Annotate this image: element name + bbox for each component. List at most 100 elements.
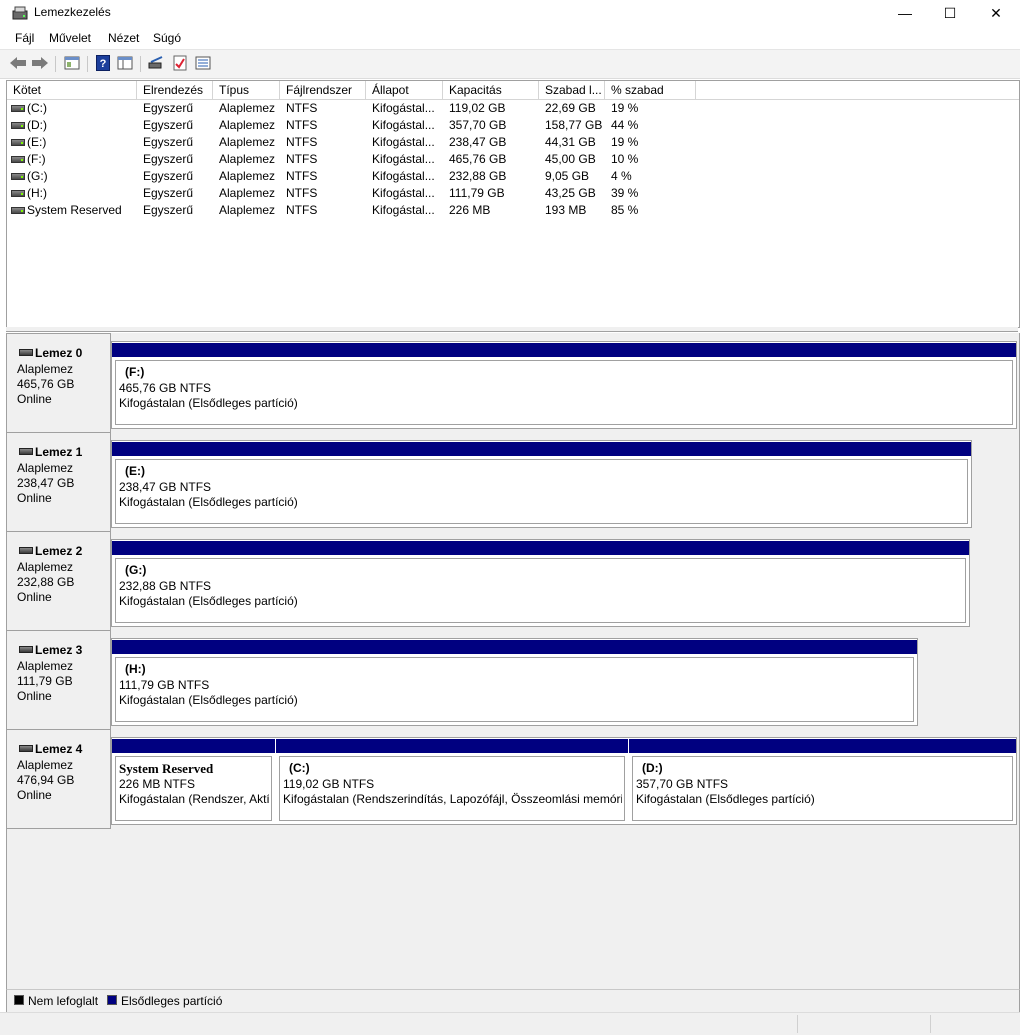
col-layout[interactable]: Elrendezés	[137, 81, 213, 99]
partition-block[interactable]: (F:) 465,76 GB NTFS Kifogástalan (Elsődleg…	[112, 342, 1016, 428]
partition-block[interactable]: (C:) 119,02 GB NTFS Kifogástalan (Rendszer…	[276, 738, 628, 824]
volume-icon	[11, 173, 25, 180]
table-cell: NTFS	[286, 152, 318, 166]
legend-swatch-primary	[107, 995, 117, 1005]
table-cell: (E:)	[27, 135, 47, 149]
legend-swatch-unallocated	[14, 995, 24, 1005]
table-cell: Egyszerű	[143, 135, 194, 149]
volume-icon	[11, 105, 25, 112]
disk-icon	[19, 349, 33, 356]
partition-color-bar	[112, 541, 969, 555]
disk-icon	[19, 646, 33, 653]
table-cell: Egyszerű	[143, 118, 194, 132]
help-icon[interactable]: ?	[94, 55, 112, 71]
col-percent-free[interactable]: % szabad	[605, 81, 696, 99]
menu-action[interactable]: Művelet	[49, 31, 91, 45]
table-cell: 119,02 GB	[449, 101, 506, 115]
menu-help[interactable]: Súgó	[153, 31, 181, 45]
list-view-icon[interactable]	[194, 55, 212, 71]
disk-graphical-view: Lemez 0 Alaplemez 465,76 GB Online (F:) 465,7…	[6, 333, 1020, 990]
partition-block[interactable]: (E:) 238,47 GB NTFS Kifogástalan (Elsődleg…	[112, 441, 971, 527]
table-cell: System Reserved	[27, 203, 122, 217]
col-filesystem[interactable]: Fájlrendszer	[280, 81, 366, 99]
volume-icon	[11, 139, 25, 146]
col-type[interactable]: Típus	[213, 81, 280, 99]
disk-status: Online	[17, 788, 52, 802]
table-row[interactable]: (E:) Egyszerű Alaplemez NTFS Kifogástal... 23…	[7, 134, 1019, 151]
properties-icon[interactable]	[63, 55, 81, 71]
volume-icon	[11, 156, 25, 163]
table-cell: 22,69 GB	[545, 101, 596, 115]
partition-color-bar	[112, 739, 275, 753]
disk-icon	[19, 745, 33, 752]
menu-file[interactable]: Fájl	[15, 31, 34, 45]
partition-block[interactable]: (D:) 357,70 GB NTFS Kifogástalan (Elsődleg…	[629, 738, 1016, 824]
menu-view[interactable]: Nézet	[108, 31, 139, 45]
disk-type: Alaplemez	[17, 560, 74, 574]
console-tree-icon[interactable]	[116, 55, 134, 71]
disk-type: Alaplemez	[17, 362, 74, 376]
partition-name: System Reserved	[119, 761, 214, 776]
partition-body: System Reserved 226 MB NTFS Kifogástalan (…	[115, 756, 272, 821]
partition-size: 119,02 GB NTFS	[283, 777, 375, 791]
disk-label-2[interactable]: Lemez 2 Alaplemez 232,88 GB Online	[7, 531, 111, 631]
table-cell: NTFS	[286, 186, 318, 200]
table-row[interactable]: (D:) Egyszerű Alaplemez NTFS Kifogástal... 35…	[7, 117, 1019, 134]
disk-label-1[interactable]: Lemez 1 Alaplemez 238,47 GB Online	[7, 432, 111, 532]
table-row[interactable]: (G:) Egyszerű Alaplemez NTFS Kifogástal... 23…	[7, 168, 1019, 185]
table-cell: Alaplemez	[219, 169, 276, 183]
partition-size: 238,47 GB NTFS	[119, 480, 212, 494]
minimize-button[interactable]: —	[882, 0, 928, 26]
partition-color-bar	[112, 640, 917, 654]
partition-status: Kifogástalan (Rendszer, Aktí	[119, 792, 269, 806]
disk-icon	[19, 547, 33, 554]
disk-status: Online	[17, 392, 52, 406]
status-bar	[0, 1012, 1020, 1035]
disk-icon	[19, 448, 33, 455]
partition-block[interactable]: (H:) 111,79 GB NTFS Kifogástalan (Elsődleg…	[112, 639, 917, 725]
col-free-space[interactable]: Szabad l...	[539, 81, 605, 99]
partition-status: Kifogástalan (Elsődleges partíció)	[119, 594, 298, 608]
volume-list[interactable]: Kötet Elrendezés Típus Fájlrendszer Álla…	[6, 80, 1020, 328]
table-row[interactable]: (F:) Egyszerű Alaplemez NTFS Kifogástal... 46…	[7, 151, 1019, 168]
partition-block[interactable]: System Reserved 226 MB NTFS Kifogástalan (…	[112, 738, 275, 824]
disk-management-icon	[12, 6, 28, 20]
disk-type: Alaplemez	[17, 461, 74, 475]
partition-color-bar	[112, 442, 971, 456]
table-row[interactable]: System Reserved Egyszerű Alaplemez NTFS Kifo…	[7, 202, 1019, 219]
col-capacity[interactable]: Kapacitás	[443, 81, 539, 99]
volume-list-header: Kötet Elrendezés Típus Fájlrendszer Álla…	[7, 81, 1019, 100]
connect-icon[interactable]	[147, 55, 165, 71]
back-icon[interactable]	[9, 55, 27, 71]
disk-size: 476,94 GB	[17, 773, 75, 787]
partition-color-bar	[112, 343, 1016, 357]
close-button[interactable]: ✕	[973, 0, 1019, 26]
forward-icon[interactable]	[31, 55, 49, 71]
table-cell: Alaplemez	[219, 101, 276, 115]
partition-body: (D:) 357,70 GB NTFS Kifogástalan (Elsődleg…	[632, 756, 1013, 821]
volume-icon	[11, 207, 25, 214]
table-cell: 465,76 GB	[449, 152, 507, 166]
table-cell: 85 %	[611, 203, 639, 217]
pane-splitter[interactable]	[6, 327, 1018, 332]
status-panel	[797, 1015, 931, 1033]
window-title: Lemezkezelés	[34, 5, 111, 19]
disk-label-0[interactable]: Lemez 0 Alaplemez 465,76 GB Online	[7, 333, 111, 433]
col-status[interactable]: Állapot	[366, 81, 443, 99]
disk-label-4[interactable]: Lemez 4 Alaplemez 476,94 GB Online	[7, 729, 111, 829]
maximize-button[interactable]: ☐	[927, 0, 973, 26]
table-cell: Kifogástal...	[372, 118, 435, 132]
svg-text:?: ?	[100, 58, 107, 70]
table-row[interactable]: (C:) Egyszerű Alaplemez NTFS Kifogástal... 11…	[7, 100, 1019, 117]
col-volume[interactable]: Kötet	[7, 81, 137, 99]
partition-name: (H:)	[125, 662, 146, 676]
disk-label-3[interactable]: Lemez 3 Alaplemez 111,79 GB Online	[7, 630, 111, 730]
partition-block[interactable]: (G:) 232,88 GB NTFS Kifogástalan (Elsődleg…	[112, 540, 969, 626]
check-icon[interactable]	[171, 55, 189, 71]
table-cell: 19 %	[611, 101, 639, 115]
partition-body: (G:) 232,88 GB NTFS Kifogástalan (Elsődleg…	[115, 558, 966, 623]
disk-size: 238,47 GB	[17, 476, 75, 490]
table-row[interactable]: (H:) Egyszerű Alaplemez NTFS Kifogástal... 11…	[7, 185, 1019, 202]
disk-name: Lemez 3	[35, 643, 83, 657]
disk-status: Online	[17, 590, 52, 604]
